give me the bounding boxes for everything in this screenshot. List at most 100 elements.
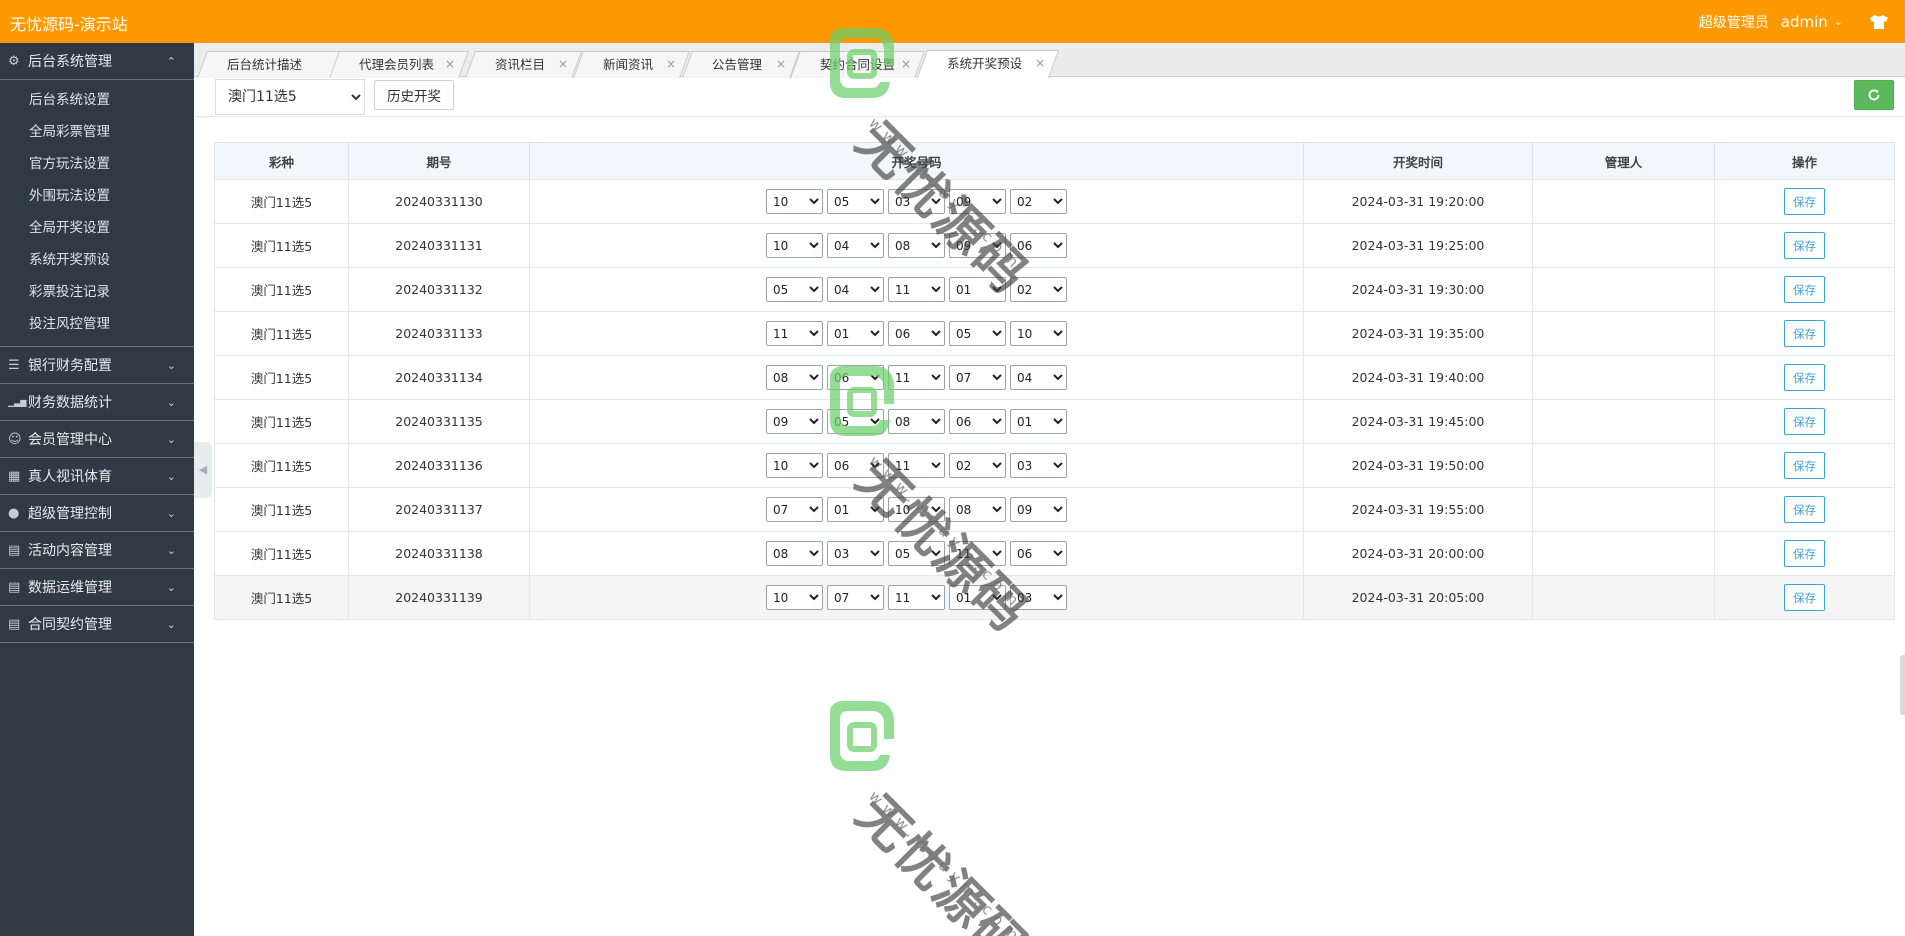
sidebar-group-5[interactable]: ● 超级管理控制 ⌄ (0, 495, 194, 532)
draw-number-select[interactable]: 0102030405060708091011 (1010, 365, 1067, 390)
draw-number-select[interactable]: 0102030405060708091011 (888, 365, 945, 390)
tab-4[interactable]: 公告管理 × (682, 51, 800, 78)
user-menu[interactable]: admin ⌄ (1781, 13, 1843, 31)
sidebar-collapse-handle[interactable]: ◀ (194, 442, 212, 498)
draw-number-select[interactable]: 0102030405060708091011 (888, 585, 945, 610)
draw-number-select[interactable]: 0102030405060708091011 (827, 409, 884, 434)
draw-number-select[interactable]: 0102030405060708091011 (766, 497, 823, 522)
sidebar-item[interactable]: 投注风控管理 (0, 308, 194, 340)
sidebar-group-1[interactable]: ☰ 银行财务配置 ⌄ (0, 347, 194, 384)
save-button[interactable]: 保存 (1784, 364, 1825, 391)
draw-number-select[interactable]: 0102030405060708091011 (827, 233, 884, 258)
draw-number-select[interactable]: 0102030405060708091011 (888, 497, 945, 522)
draw-number-select[interactable]: 0102030405060708091011 (888, 409, 945, 434)
draw-number-select[interactable]: 0102030405060708091011 (1010, 233, 1067, 258)
sidebar-item[interactable]: 系统开奖预设 (0, 244, 194, 276)
draw-number-select[interactable]: 0102030405060708091011 (766, 277, 823, 302)
draw-number-select[interactable]: 0102030405060708091011 (1010, 541, 1067, 566)
draw-number-select[interactable]: 0102030405060708091011 (888, 541, 945, 566)
save-button[interactable]: 保存 (1784, 496, 1825, 523)
refresh-icon (1868, 89, 1880, 101)
draw-number-select[interactable]: 0102030405060708091011 (888, 453, 945, 478)
draw-number-select[interactable]: 0102030405060708091011 (949, 365, 1006, 390)
draw-number-select[interactable]: 0102030405060708091011 (827, 585, 884, 610)
sidebar-item[interactable]: 官方玩法设置 (0, 148, 194, 180)
tab-5[interactable]: 契约合同设置 × (790, 51, 925, 78)
theme-shirt-icon[interactable] (1869, 14, 1889, 30)
tab-2[interactable]: 资讯栏目 × (465, 51, 582, 78)
draw-number-select[interactable]: 0102030405060708091011 (1010, 189, 1067, 214)
cell-actions: 保存 (1714, 267, 1895, 312)
draw-number-select[interactable]: 0102030405060708091011 (827, 321, 884, 346)
draw-number-select[interactable]: 0102030405060708091011 (766, 409, 823, 434)
close-icon[interactable]: × (666, 52, 676, 77)
sidebar-item[interactable]: 全局彩票管理 (0, 116, 194, 148)
lottery-select[interactable]: 澳门11选5 (215, 79, 365, 115)
sidebar-group-6[interactable]: ▤ 活动内容管理 ⌄ (0, 532, 194, 569)
save-button[interactable]: 保存 (1784, 540, 1825, 567)
draw-number-select[interactable]: 0102030405060708091011 (827, 453, 884, 478)
sidebar-group-8[interactable]: ▤ 合同契约管理 ⌄ (0, 606, 194, 643)
draw-number-select[interactable]: 0102030405060708091011 (766, 321, 823, 346)
save-button[interactable]: 保存 (1784, 452, 1825, 479)
draw-number-select[interactable]: 0102030405060708091011 (1010, 585, 1067, 610)
draw-number-select[interactable]: 0102030405060708091011 (949, 409, 1006, 434)
draw-number-select[interactable]: 0102030405060708091011 (827, 541, 884, 566)
draw-number-select[interactable]: 0102030405060708091011 (888, 277, 945, 302)
draw-number-select[interactable]: 0102030405060708091011 (827, 277, 884, 302)
draw-number-select[interactable]: 0102030405060708091011 (949, 585, 1006, 610)
save-button[interactable]: 保存 (1784, 584, 1825, 611)
tab-6[interactable]: 系统开奖预设 × (916, 50, 1060, 78)
draw-number-select[interactable]: 0102030405060708091011 (888, 233, 945, 258)
draw-number-select[interactable]: 0102030405060708091011 (766, 233, 823, 258)
sidebar-group-7[interactable]: ▤ 数据运维管理 ⌄ (0, 569, 194, 606)
sidebar-item[interactable]: 后台系统设置 (0, 84, 194, 116)
close-icon[interactable]: × (558, 52, 568, 77)
save-button[interactable]: 保存 (1784, 408, 1825, 435)
refresh-button[interactable] (1854, 80, 1894, 110)
sidebar-item[interactable]: 外围玩法设置 (0, 180, 194, 212)
draw-number-select[interactable]: 0102030405060708091011 (827, 189, 884, 214)
draw-number-select[interactable]: 0102030405060708091011 (949, 497, 1006, 522)
draw-number-select[interactable]: 0102030405060708091011 (1010, 409, 1067, 434)
draw-number-select[interactable]: 0102030405060708091011 (949, 453, 1006, 478)
tab-1[interactable]: 代理会员列表 × (329, 51, 469, 78)
draw-number-select[interactable]: 0102030405060708091011 (888, 321, 945, 346)
draw-number-select[interactable]: 0102030405060708091011 (766, 585, 823, 610)
save-button[interactable]: 保存 (1784, 320, 1825, 347)
sidebar-item[interactable]: 彩票投注记录 (0, 276, 194, 308)
draw-number-select[interactable]: 0102030405060708091011 (888, 189, 945, 214)
save-button[interactable]: 保存 (1784, 276, 1825, 303)
tab-3[interactable]: 新闻资讯 × (573, 51, 690, 78)
draw-number-select[interactable]: 0102030405060708091011 (827, 497, 884, 522)
sidebar-group-0[interactable]: ⚙ 后台系统管理 ⌃ (0, 43, 194, 80)
sidebar-group-4[interactable]: ▦ 真人视讯体育 ⌄ (0, 458, 194, 495)
draw-number-select[interactable]: 0102030405060708091011 (949, 189, 1006, 214)
save-button[interactable]: 保存 (1784, 188, 1825, 215)
close-icon[interactable]: × (901, 52, 911, 77)
close-icon[interactable]: × (445, 52, 455, 77)
draw-number-select[interactable]: 0102030405060708091011 (1010, 453, 1067, 478)
save-button[interactable]: 保存 (1784, 232, 1825, 259)
draw-number-select[interactable]: 0102030405060708091011 (766, 541, 823, 566)
right-edge-handle[interactable] (1900, 655, 1905, 715)
draw-number-select[interactable]: 0102030405060708091011 (949, 277, 1006, 302)
draw-number-select[interactable]: 0102030405060708091011 (1010, 321, 1067, 346)
draw-number-select[interactable]: 0102030405060708091011 (949, 233, 1006, 258)
sidebar-group-2[interactable]: ▁▃▆ 财务数据统计 ⌄ (0, 384, 194, 421)
draw-number-select[interactable]: 0102030405060708091011 (827, 365, 884, 390)
history-draws-button[interactable]: 历史开奖 (374, 80, 454, 110)
close-icon[interactable]: × (776, 52, 786, 77)
sidebar-group-3[interactable]: ☺ 会员管理中心 ⌄ (0, 421, 194, 458)
draw-number-select[interactable]: 0102030405060708091011 (766, 453, 823, 478)
draw-number-select[interactable]: 0102030405060708091011 (1010, 277, 1067, 302)
draw-number-select[interactable]: 0102030405060708091011 (766, 365, 823, 390)
watermark: 无忧源码 www.wuuym.com (818, 695, 1108, 936)
sidebar-item[interactable]: 全局开奖设置 (0, 212, 194, 244)
draw-number-select[interactable]: 0102030405060708091011 (1010, 497, 1067, 522)
draw-number-select[interactable]: 0102030405060708091011 (949, 541, 1006, 566)
close-icon[interactable]: × (1035, 51, 1045, 76)
draw-number-select[interactable]: 0102030405060708091011 (766, 189, 823, 214)
draw-number-select[interactable]: 0102030405060708091011 (949, 321, 1006, 346)
tab-0[interactable]: 后台统计描述 (197, 51, 341, 78)
